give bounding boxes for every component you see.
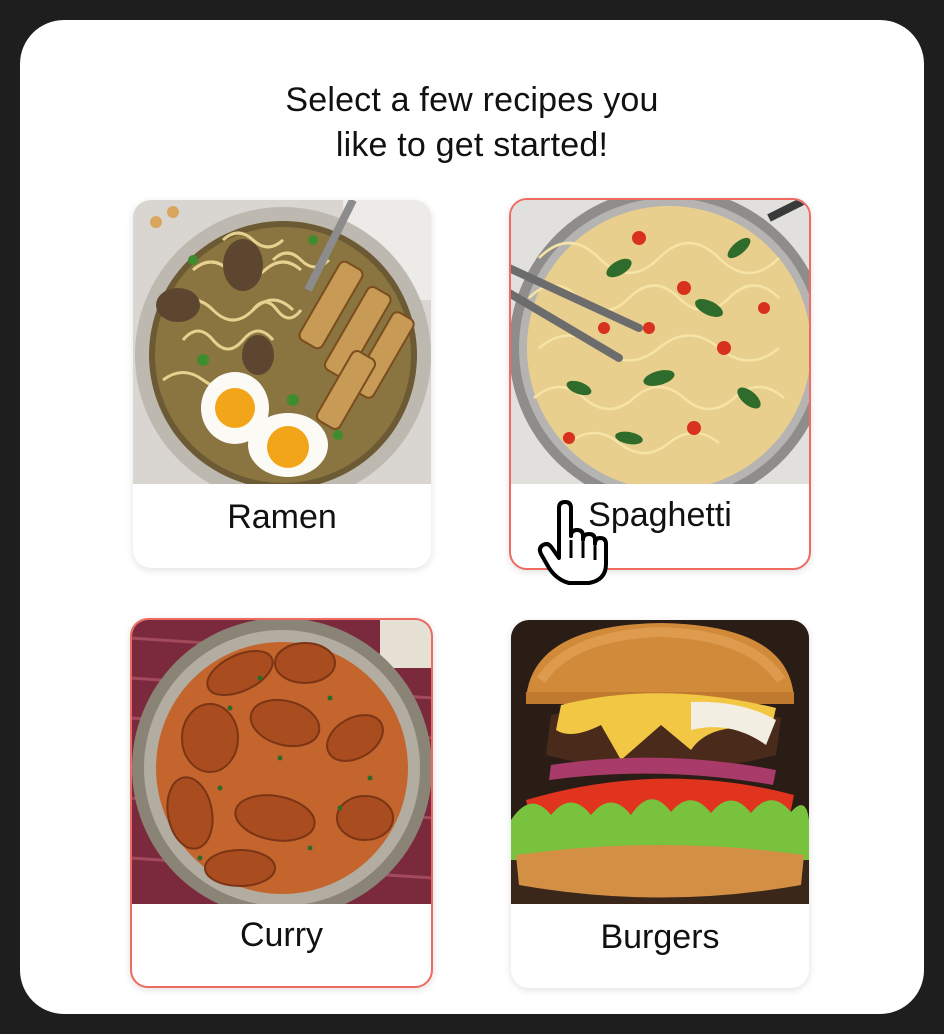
- ramen-image: [133, 200, 431, 484]
- recipe-label-burgers: Burgers: [600, 917, 720, 956]
- recipe-label-curry: Curry: [239, 915, 324, 954]
- curry-image: [132, 620, 431, 904]
- recipe-card-spaghetti[interactable]: Spaghetti: [509, 198, 811, 570]
- burger-image: [511, 620, 809, 904]
- page-title: Select a few recipes you like to get sta…: [20, 78, 924, 168]
- title-line-2: like to get started!: [335, 126, 609, 164]
- title-line-1: Select a few recipes you: [285, 81, 659, 119]
- recipe-card-curry[interactable]: Curry: [130, 618, 433, 988]
- spaghetti-image: [511, 200, 809, 484]
- recipe-card-ramen[interactable]: Ramen: [133, 200, 431, 568]
- recipe-label-spaghetti: Spaghetti: [588, 495, 732, 534]
- onboarding-panel: Select a few recipes you like to get sta…: [20, 20, 924, 1014]
- recipe-label-ramen: Ramen: [227, 497, 337, 536]
- recipe-card-burgers[interactable]: Burgers: [511, 620, 809, 988]
